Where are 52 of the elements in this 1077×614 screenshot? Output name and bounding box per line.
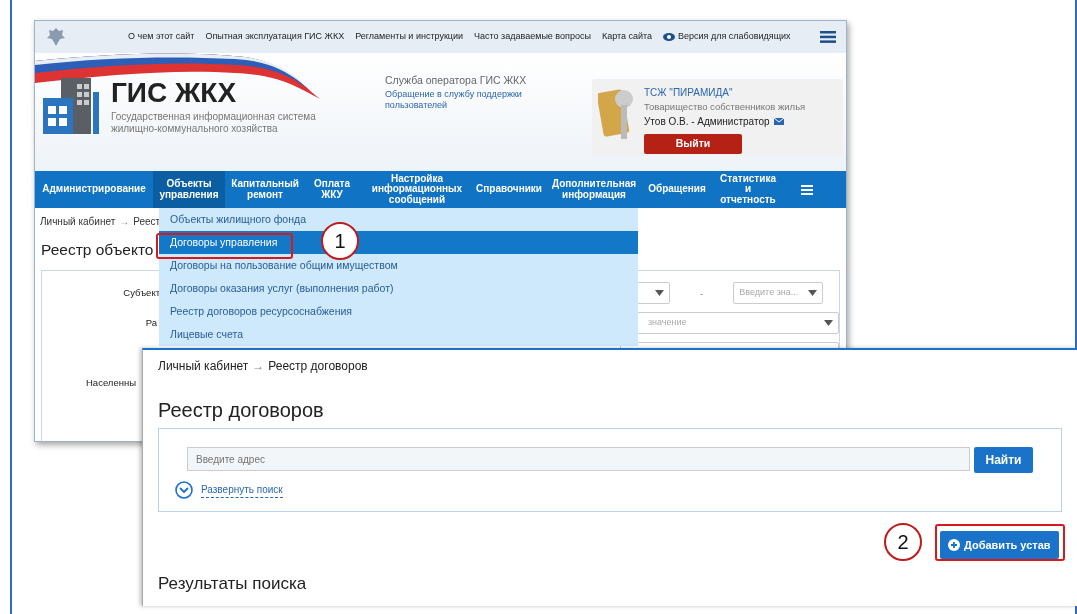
expand-search-link[interactable]: Развернуть поиск [201, 482, 283, 498]
nav-tab[interactable]: Статистика и отчетность [709, 171, 787, 208]
nav-tab[interactable]: Администрирование [35, 171, 153, 208]
field-label: Субъект [122, 285, 160, 300]
chevron-circle-icon[interactable] [175, 481, 193, 499]
breadcrumb-separator: → [119, 215, 130, 229]
breadcrumb-link[interactable]: Личный кабинет [158, 357, 249, 375]
field-label: Населенны [85, 375, 136, 390]
page-title: Реестр договоров [158, 398, 325, 422]
breadcrumb-link[interactable]: Личный кабинет [40, 214, 116, 229]
range-separator: - [700, 286, 704, 301]
field-placeholder: Введите зна... [739, 286, 799, 300]
breadcrumb-current: Реест [133, 215, 161, 229]
address-field[interactable]: Введите адрес [187, 447, 970, 471]
operator-title: Служба оператора ГИС ЖКХ [385, 73, 528, 88]
menu-icon[interactable] [820, 30, 836, 44]
dropdown-caret-icon [824, 320, 833, 326]
logo-subtitle: Государственная информационная система жилищно-коммунального хозяйства [111, 111, 316, 134]
mail-icon[interactable] [773, 118, 784, 126]
top-link[interactable]: Опытная эксплуатация ГИС ЖКХ [205, 30, 345, 44]
logout-button[interactable]: Выйти [644, 134, 742, 155]
add-charter-button[interactable]: Добавить устав [940, 531, 1059, 559]
field-value: значение [647, 316, 687, 330]
nav-tab[interactable]: Дополнительная информация [543, 171, 645, 208]
nav-tab[interactable]: Капитальный ремонт [225, 171, 305, 208]
organization-type: Товарищество собственников жилья [644, 100, 806, 114]
organization-link[interactable]: ТСЖ "ПИРАМИДА" [644, 85, 806, 100]
eye-icon[interactable] [663, 33, 676, 41]
top-link[interactable]: Карта сайта [601, 30, 653, 44]
dropdown-caret-icon [655, 290, 664, 296]
user-name: Утов О.В. - Администратор [644, 115, 770, 130]
breadcrumb-separator: → [252, 358, 265, 375]
nav-tab[interactable]: Объекты управления [153, 171, 225, 208]
find-button[interactable]: Найти [974, 447, 1033, 473]
nav-tab[interactable]: Настройка информационных сообщений [359, 171, 475, 208]
breadcrumb-current: Реестр договоров [268, 358, 368, 375]
nav-tab[interactable]: Справочники [475, 171, 543, 208]
accessibility-link[interactable]: Версия для слабовидящих [678, 30, 791, 44]
top-link[interactable]: Часто задаваемые вопросы [474, 30, 591, 44]
dropdown-caret-icon [808, 290, 818, 296]
page-title: Реестр объекто [40, 240, 155, 260]
top-link[interactable]: О чем этот сайт [128, 30, 195, 44]
nav-tab[interactable]: Обращения [645, 171, 709, 208]
logo-title: ГИС ЖКХ [111, 79, 238, 107]
results-title: Результаты поиска [158, 574, 307, 595]
top-link[interactable]: Регламенты и инструкции [355, 30, 464, 44]
menu-item[interactable]: Договоры оказания услуг (выполнения работ) [159, 277, 638, 300]
plus-circle-icon [948, 539, 960, 551]
nav-tab[interactable]: Оплата ЖКУ [305, 171, 359, 208]
emblem-icon [45, 26, 67, 48]
support-link[interactable]: Обращение в службу поддержки пользователей [385, 88, 560, 113]
field-label: Ра [144, 315, 157, 330]
